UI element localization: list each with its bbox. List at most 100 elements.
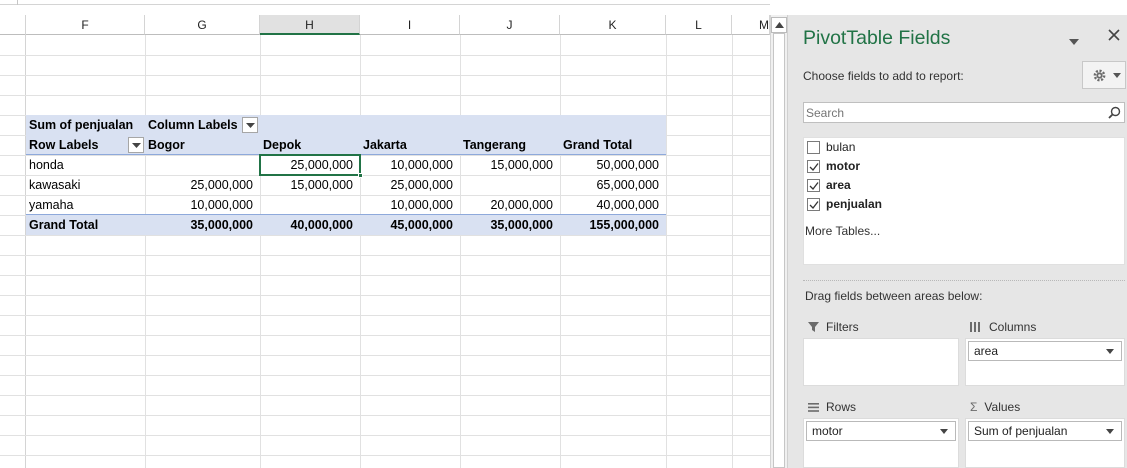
gridline — [560, 35, 561, 468]
field-item-penjualan[interactable]: penjualan — [807, 196, 882, 212]
column-header-j[interactable]: J — [460, 15, 560, 35]
gridline — [0, 455, 770, 456]
pivot-row-labels[interactable]: Row Labels — [26, 135, 126, 155]
pivot-total-cell[interactable]: 35,000,000 — [460, 215, 560, 235]
more-tables-link[interactable]: More Tables... — [805, 224, 880, 238]
pivot-value-field-label[interactable]: Sum of penjualan — [26, 115, 145, 135]
column-header-f[interactable]: F — [26, 15, 145, 35]
pivot-value-cell[interactable]: 10,000,000 — [360, 195, 460, 215]
columns-icon — [970, 322, 980, 332]
pivot-value-cell[interactable]: 15,000,000 — [460, 155, 560, 175]
values-label: Values — [984, 400, 1021, 414]
pivot-value-cell[interactable]: 20,000,000 — [460, 195, 560, 215]
columns-field-chip[interactable]: area — [968, 341, 1122, 361]
gridline — [0, 375, 770, 376]
pivot-row-label[interactable]: kawasaki — [26, 175, 145, 195]
pivot-grand-total-label[interactable]: Grand Total — [26, 215, 145, 235]
column-header-k[interactable]: K — [560, 15, 666, 35]
row-header-corner — [0, 15, 26, 35]
gridline — [0, 235, 770, 236]
pivot-column-labels[interactable]: Column Labels — [145, 115, 240, 135]
rows-icon — [808, 402, 819, 412]
gridline — [0, 55, 770, 56]
search-icon — [1108, 106, 1121, 119]
pane-options-dropdown[interactable] — [1069, 34, 1081, 45]
pivot-value-cell[interactable]: 65,000,000 — [560, 175, 666, 195]
pivot-total-cell[interactable]: 45,000,000 — [360, 215, 460, 235]
gridline — [0, 435, 770, 436]
pivot-total-cell[interactable]: 40,000,000 — [260, 215, 360, 235]
pivot-col-name[interactable]: Bogor — [145, 135, 260, 155]
field-item-motor[interactable]: motor — [807, 158, 860, 174]
column-header-g[interactable]: G — [145, 15, 260, 35]
pivot-total-cell[interactable]: 35,000,000 — [145, 215, 260, 235]
pivot-col-name[interactable]: Depok — [260, 135, 360, 155]
column-header-l[interactable]: L — [666, 15, 732, 35]
pivot-row-label[interactable]: yamaha — [26, 195, 145, 215]
filter-icon — [808, 322, 819, 332]
row-labels-filter-button[interactable] — [128, 137, 144, 153]
pivot-total-cell[interactable]: 155,000,000 — [560, 215, 666, 235]
close-icon[interactable] — [1108, 29, 1122, 45]
pivot-value-cell[interactable]: 25,000,000 — [360, 175, 460, 195]
pivot-value-cell[interactable] — [145, 155, 260, 175]
columns-drop-zone[interactable]: area — [965, 338, 1125, 386]
pivot-value-cell[interactable]: 10,000,000 — [360, 155, 460, 175]
fill-handle[interactable] — [358, 173, 363, 178]
values-field-chip[interactable]: Sum of penjualan — [968, 421, 1122, 441]
pivot-value-cell[interactable] — [260, 195, 360, 215]
sigma-icon: Σ — [970, 400, 978, 414]
active-cell-selection[interactable] — [259, 154, 363, 178]
field-checkbox[interactable] — [807, 159, 820, 173]
pivot-col-name[interactable]: Jakarta — [360, 135, 460, 155]
values-drop-zone[interactable]: Sum of penjualan — [965, 418, 1125, 468]
gridline — [0, 315, 770, 316]
gridline — [0, 415, 770, 416]
scroll-thumb[interactable] — [773, 33, 785, 468]
pivot-col-name[interactable]: Tangerang — [460, 135, 560, 155]
column-header-i[interactable]: I — [360, 15, 460, 35]
pivot-value-cell[interactable]: 50,000,000 — [560, 155, 666, 175]
field-search-box[interactable] — [803, 102, 1125, 123]
gridline — [360, 35, 361, 468]
chevron-up-icon — [775, 22, 784, 28]
field-checkbox[interactable] — [807, 197, 820, 211]
column-header-m[interactable]: M — [732, 15, 770, 35]
rows-label: Rows — [826, 400, 857, 414]
gridline — [0, 75, 770, 76]
filters-area-header: Filters — [808, 318, 859, 336]
pane-title: PivotTable Fields — [803, 27, 951, 49]
scroll-up-button[interactable] — [771, 17, 787, 33]
field-item-area[interactable]: area — [807, 177, 851, 193]
pivot-value-cell[interactable] — [460, 175, 560, 195]
gridline — [666, 35, 667, 468]
gridline — [0, 275, 770, 276]
filters-drop-zone[interactable] — [803, 338, 959, 386]
pivot-value-cell[interactable]: 25,000,000 — [145, 175, 260, 195]
search-input[interactable] — [804, 103, 1094, 122]
field-item-bulan[interactable]: bulan — [807, 139, 855, 155]
worksheet-grid[interactable]: F G H I J K L M Sum of penjualan Column … — [0, 15, 770, 468]
vertical-scrollbar[interactable] — [770, 15, 787, 468]
field-checkbox[interactable] — [807, 140, 820, 154]
divider — [803, 280, 1125, 281]
field-layout-button[interactable] — [1082, 61, 1126, 89]
pivot-value-cell[interactable]: 40,000,000 — [560, 195, 666, 215]
chevron-down-icon — [132, 143, 141, 148]
row-header-edge — [25, 15, 26, 468]
checkmark-icon — [809, 200, 819, 209]
field-label: area — [826, 178, 851, 192]
pivot-value-cell[interactable]: 10,000,000 — [145, 195, 260, 215]
column-headers: F G H I J K L M — [0, 15, 770, 35]
pivot-value-cell[interactable]: 15,000,000 — [260, 175, 360, 195]
column-labels-filter-button[interactable] — [242, 117, 258, 133]
column-header-h[interactable]: H — [260, 15, 360, 35]
rows-drop-zone[interactable]: motor — [803, 418, 959, 468]
chevron-down-icon — [1069, 39, 1079, 45]
gridline — [0, 95, 770, 96]
field-checkbox[interactable] — [807, 178, 820, 192]
field-label: penjualan — [826, 197, 883, 211]
pivot-col-name[interactable]: Grand Total — [560, 135, 666, 155]
rows-field-chip[interactable]: motor — [806, 421, 956, 441]
pivot-row-label[interactable]: honda — [26, 155, 145, 175]
